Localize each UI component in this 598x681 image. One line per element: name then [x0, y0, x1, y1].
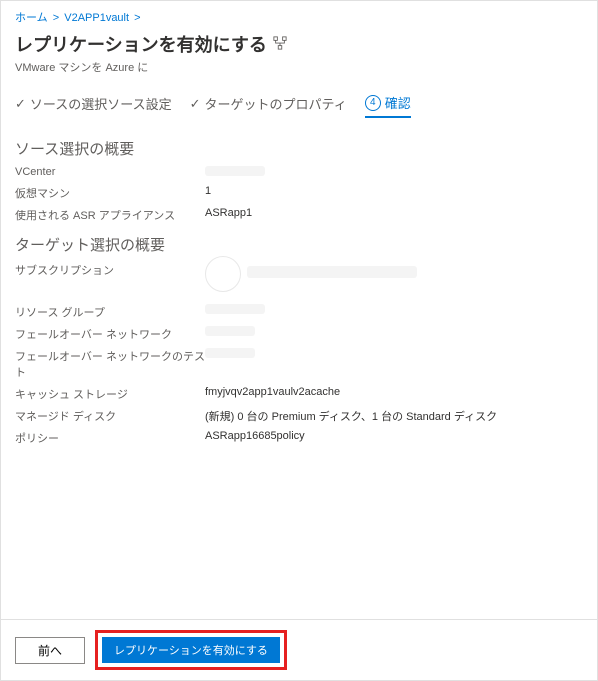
value-vcenter [205, 166, 265, 179]
row-rg: リソース グループ [1, 301, 597, 323]
row-subscription: サブスクリプション [1, 259, 597, 301]
row-failover-net-test: フェールオーバー ネットワークのテスト [1, 345, 597, 383]
row-policy: ポリシー ASRapp16685policy [1, 427, 597, 449]
value-subscription [205, 262, 417, 298]
redacted-value [205, 348, 255, 358]
page-title-row: レプリケーションを有効にする [1, 29, 597, 59]
check-icon: ✓ [190, 96, 201, 112]
step-label: ソース設定 [107, 94, 171, 113]
row-cache: キャッシュ ストレージ fmyjvqv2app1vaulv2acache [1, 383, 597, 405]
label-policy: ポリシー [15, 430, 205, 446]
redacted-value [247, 266, 417, 278]
step-number: 4 [365, 95, 381, 111]
label-cache: キャッシュ ストレージ [15, 386, 205, 402]
enable-replication-button[interactable]: レプリケーションを有効にする [102, 637, 280, 663]
value-managed-disk: (新規) 0 台の Premium ディスク、1 台の Standard ディス… [205, 408, 497, 424]
step-label: ソースの選択 [30, 94, 107, 113]
wizard-steps: ✓ ソースの選択 ソース設定 ✓ ターゲットのプロパティ 4 確認 [1, 93, 597, 130]
label-failover-net-test: フェールオーバー ネットワークのテスト [15, 348, 205, 380]
step-target-props[interactable]: ✓ ターゲットのプロパティ [190, 93, 347, 118]
row-failover-net: フェールオーバー ネットワーク [1, 323, 597, 345]
label-rg: リソース グループ [15, 304, 205, 320]
enable-highlight: レプリケーションを有効にする [95, 630, 287, 670]
step-label: 確認 [385, 93, 411, 112]
redacted-value [205, 304, 265, 314]
step-source-settings[interactable]: ソース設定 [107, 93, 171, 118]
value-cache: fmyjvqv2app1vaulv2acache [205, 386, 340, 402]
redacted-stamp [205, 256, 241, 292]
check-icon: ✓ [15, 96, 26, 112]
breadcrumb-home[interactable]: ホーム [15, 12, 48, 24]
step-confirm[interactable]: 4 確認 [365, 93, 411, 118]
label-vcenter: VCenter [15, 166, 205, 179]
value-policy: ASRapp16685policy [205, 430, 305, 446]
label-vm: 仮想マシン [15, 185, 205, 201]
redacted-value [205, 166, 265, 176]
source-summary-heading: ソース選択の概要 [1, 130, 597, 163]
previous-button[interactable]: 前へ [15, 637, 85, 664]
value-vm: 1 [205, 185, 211, 201]
step-source-select[interactable]: ✓ ソースの選択 [15, 93, 107, 118]
breadcrumb-sep: > [134, 12, 140, 24]
row-managed-disk: マネージド ディスク (新規) 0 台の Premium ディスク、1 台の S… [1, 405, 597, 427]
label-subscription: サブスクリプション [15, 262, 205, 298]
redacted-value [205, 326, 255, 336]
value-appliance: ASRapp1 [205, 207, 252, 223]
breadcrumb-vault[interactable]: V2APP1vault [64, 12, 129, 24]
label-failover-net: フェールオーバー ネットワーク [15, 326, 205, 342]
target-summary-heading: ターゲット選択の概要 [1, 226, 597, 259]
breadcrumb-sep: > [53, 12, 59, 24]
label-appliance: 使用される ASR アプライアンス [15, 207, 205, 223]
page-subtitle: VMware マシンを Azure に [1, 59, 597, 93]
step-label: ターゲットのプロパティ [205, 94, 347, 113]
footer-bar: 前へ レプリケーションを有効にする [1, 619, 597, 680]
row-vm: 仮想マシン 1 [1, 182, 597, 204]
value-rg [205, 304, 265, 320]
label-managed-disk: マネージド ディスク [15, 408, 205, 424]
row-appliance: 使用される ASR アプライアンス ASRapp1 [1, 204, 597, 226]
breadcrumb: ホーム > V2APP1vault > [1, 1, 597, 29]
row-vcenter: VCenter [1, 163, 597, 182]
page-title: レプリケーションを有効にする [15, 31, 267, 57]
value-failover-net [205, 326, 255, 342]
network-icon [273, 36, 287, 53]
value-failover-net-test [205, 348, 255, 380]
